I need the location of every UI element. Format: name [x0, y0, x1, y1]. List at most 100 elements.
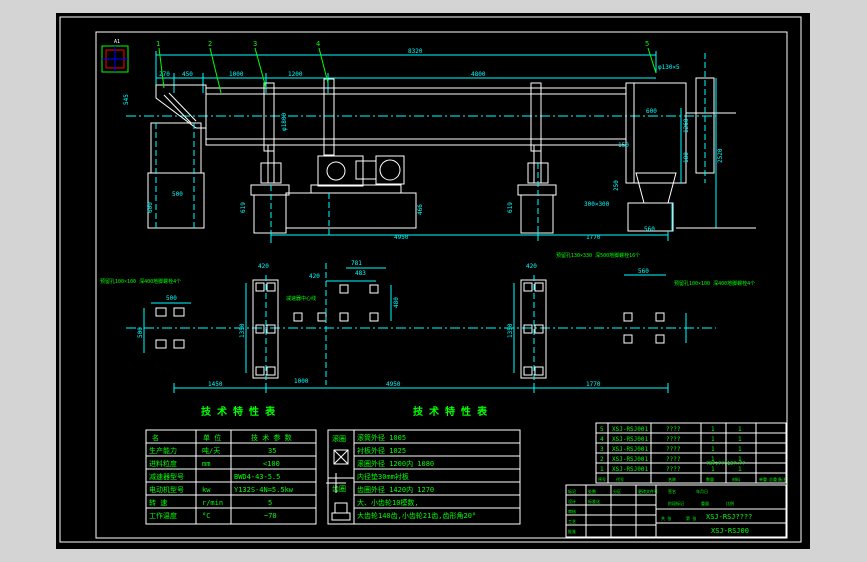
bom-row-name: ????	[666, 446, 681, 453]
dim-600-right: 600	[646, 108, 657, 115]
spec1-row-unit: °C	[202, 512, 210, 520]
tb-row2-label: 阶段标记	[668, 500, 684, 506]
dim-2520: 2520	[717, 148, 724, 163]
tb-row2-label: 比例	[726, 500, 734, 506]
spec2-row: 大、小齿轮10模数,	[357, 498, 419, 507]
spec1-header-value: 技 术 参 数	[251, 433, 292, 442]
dim-overall: 8320	[408, 48, 423, 55]
dim-hopper: 300×300	[584, 201, 610, 208]
spec-table-1: 名 单 位 技 术 参 数 生产能力 吨/天 35 进料粒度 mm <100 减…	[145, 429, 317, 525]
spec1-row-name: 转 速	[149, 498, 167, 507]
dim-600-left: 600	[147, 202, 154, 213]
header-mark: A1	[114, 39, 120, 45]
bom-header: 名称	[668, 476, 676, 482]
bom-row-mat: 1	[738, 446, 742, 453]
dim-545: 545	[123, 94, 130, 105]
tb-row1-label: 签名	[668, 488, 676, 494]
dim-flange: φ130×5	[658, 64, 680, 71]
tb-small-label: 批准	[568, 528, 576, 534]
spec2-row: 大齿轮140齿,小齿轮21齿,齿形角20°	[357, 511, 476, 520]
spec1-header-name: 名	[152, 433, 159, 442]
dim-560-base: 560	[644, 226, 655, 233]
bom-header: 代号	[616, 476, 624, 482]
dim-plan-1350-a: 1350	[239, 323, 246, 338]
bom-row-no: 1	[600, 466, 604, 473]
plan-notes: 预留孔100×100 深400地脚螺栓4个 减速器中心线 预留孔130×330 …	[100, 252, 755, 302]
spec1-row-name: 进料粒度	[149, 459, 177, 468]
tb-row1-label: 更改文件号	[638, 488, 658, 494]
bom-row-mat: 1	[738, 466, 742, 473]
balloon-5: 5	[645, 40, 649, 48]
bom-header: 备注	[778, 476, 786, 482]
bom-row-name: ????	[666, 436, 681, 443]
spec2-side-label-1: 滚圈	[332, 434, 346, 443]
dim-500-left: 500	[172, 191, 183, 198]
dim-1200: 1200	[288, 71, 303, 78]
dim-450: 450	[182, 71, 193, 78]
drawing-number: XSJ-RSJ00	[711, 527, 749, 535]
bom-row-mat: 1	[738, 426, 742, 433]
bom-row-code: XSJ-RSJ001	[612, 446, 649, 453]
spec2-row: 滚筒外径 1005	[357, 433, 406, 442]
bom-row-no: 5	[600, 426, 604, 433]
elevation-view	[126, 51, 756, 243]
spec1-row-value: 35	[268, 447, 276, 455]
dim-plan-1770: 1770	[586, 381, 601, 388]
spec1-header-unit: 单 位	[203, 433, 221, 442]
spec1-row-value: Y132S-4N=5.5kw	[234, 486, 294, 494]
dim-1000: 1000	[229, 71, 244, 78]
bom-row-code: XSJ-RSJ001	[612, 426, 649, 433]
plan-view	[126, 263, 716, 393]
dim-plan-420-a: 420	[258, 263, 269, 270]
spec1-row-value: BWD4-43-5.5	[234, 473, 280, 481]
dim-plan-420-b: 420	[309, 273, 320, 280]
balloon-4: 4	[316, 40, 320, 48]
plan-dimension-labels: 500 500 420 1350 420 781 483 480 1000 42…	[137, 260, 649, 388]
note-mid: 减速器中心线	[286, 295, 316, 302]
balloon-2: 2	[208, 40, 212, 48]
note-right-top: 预留孔130×330 深500地脚螺栓16个	[556, 252, 640, 259]
bom-row-code: XSJ-RSJ001	[612, 436, 649, 443]
spec1-row-unit: r/min	[202, 499, 223, 507]
tb-row2-label: 重量	[701, 500, 709, 506]
tb-row1-label: 年月日	[696, 488, 708, 494]
tb-row2-label: 标准化	[588, 498, 600, 504]
bom-row-mat: 1	[738, 436, 742, 443]
bom-row-no: 2	[600, 456, 604, 463]
tb-row1-label: 分区	[613, 488, 621, 494]
dim-4800: 4800	[471, 71, 486, 78]
spec1-row-name: 减速器型号	[149, 472, 184, 481]
bom-row-code: XSJ-RSJ001	[612, 466, 649, 473]
dim-plan-420-c: 420	[526, 263, 537, 270]
title-block: 标记 处数 分区 更改文件号 签名 年月日 设计 标准化 阶段标记 重量 比例 …	[565, 484, 787, 538]
dim-619-b: 619	[507, 202, 514, 213]
spec-table-2: 滚圈 齿圈 滚筒外径 1005 衬板外径 1025 滚圈外径 1200内 108…	[327, 429, 521, 525]
dim-plan-1000: 1000	[294, 378, 309, 385]
bom-row-name: ????	[666, 466, 681, 473]
dim-plan-1450: 1450	[208, 381, 223, 388]
cad-viewport[interactable]: A1 1 2 3 4 5 8320 270 450 1000 1200 4800…	[0, 0, 867, 562]
bom-row-qty: 1	[711, 446, 715, 453]
view-cube-icon[interactable]: A1	[101, 39, 129, 73]
balloons: 1 2 3 4 5	[156, 40, 649, 48]
bom-row-name: ????	[666, 426, 681, 433]
bom-row-name: ????	[666, 456, 681, 463]
balloon-1: 1	[156, 40, 160, 48]
dim-plan-500-w: 500	[166, 295, 177, 302]
dim-plan-560: 560	[638, 268, 649, 275]
rotary-dryer-assembly-drawing: A1 1 2 3 4 5 8320 270 450 1000 1200 4800…	[59, 16, 802, 543]
dim-plan-1350-b: 1350	[507, 323, 514, 338]
dim-250: 250	[613, 180, 620, 191]
bom-row-qty: 1	[711, 436, 715, 443]
bom-header: 序号	[598, 476, 606, 482]
note-right: 预留孔100×100 深400地脚螺栓4个	[674, 280, 755, 287]
drawing-title: XSJ-RSJ????	[706, 513, 752, 521]
dim-dia1800: φ1800	[281, 113, 288, 131]
bom-header: 数量	[706, 476, 714, 482]
tb-small-label: 审核	[568, 508, 576, 514]
spec1-row-value: <100	[263, 460, 280, 468]
spec1-row-unit: 吨/天	[202, 446, 220, 455]
spec1-row-name: 生产能力	[149, 446, 177, 455]
dim-1260: 1260	[683, 118, 690, 133]
bom-row-no: 3	[600, 446, 604, 453]
